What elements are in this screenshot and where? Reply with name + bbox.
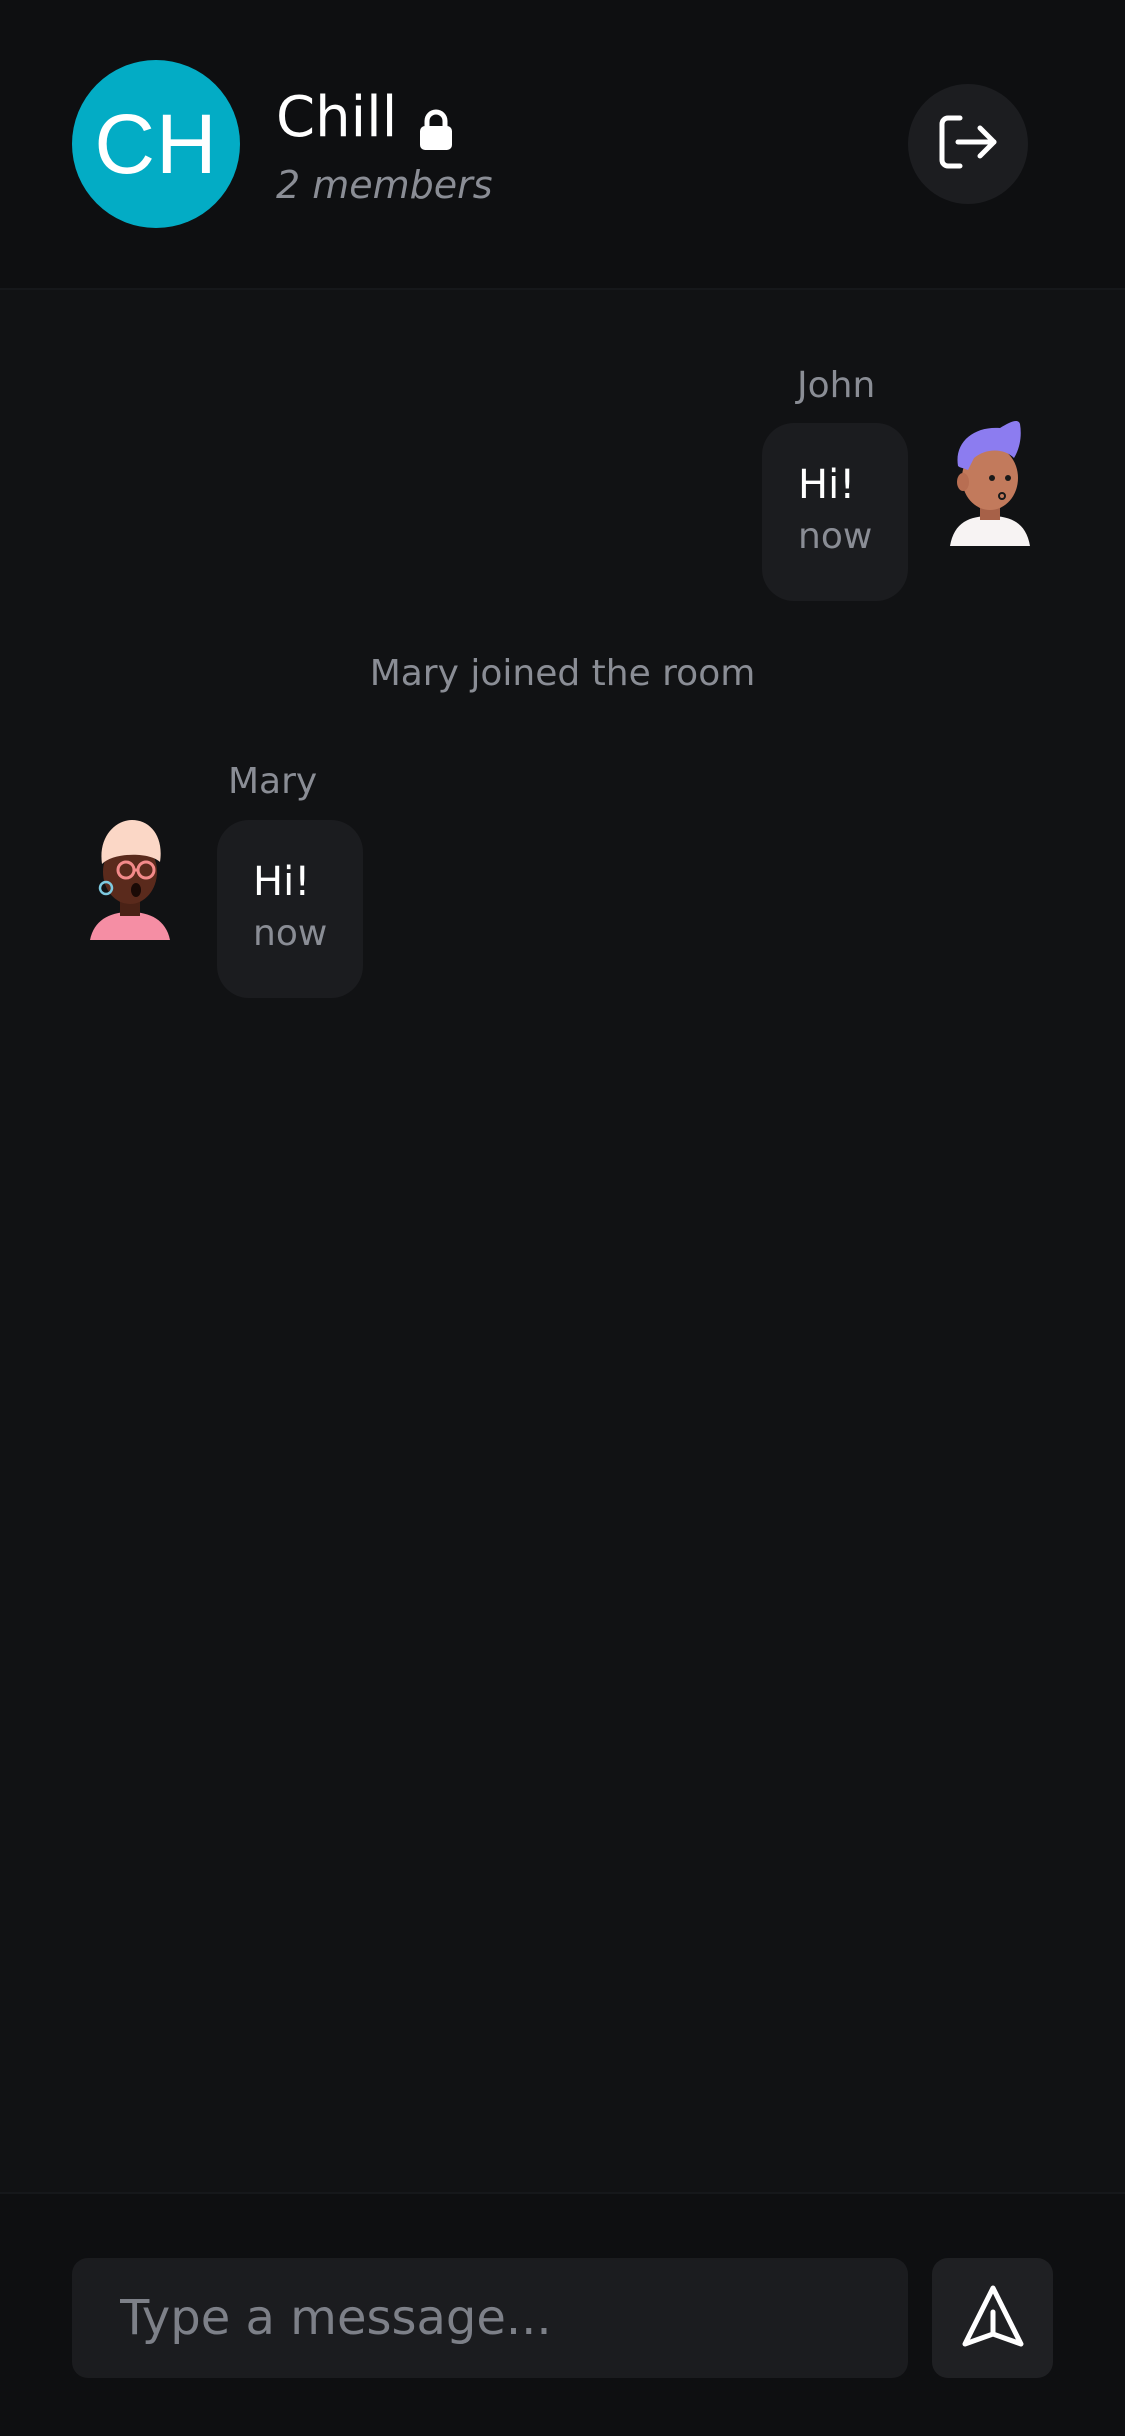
send-icon [961,2284,1025,2352]
lock-icon [419,97,453,150]
room-title: Chill [276,82,453,154]
message-time: now [798,516,873,557]
message-bubble[interactable]: Hi! now [762,423,908,601]
message-input[interactable] [72,2258,908,2378]
leave-room-button[interactable] [908,84,1028,204]
message-text: Hi! [253,859,311,905]
members-count: 2 members [276,163,493,207]
room-name: Chill [276,85,398,150]
message-time: now [253,913,328,954]
system-message: Mary joined the room [369,653,756,694]
message-sender-name: Mary [228,761,318,802]
john-avatar [940,418,1040,548]
mary-avatar [80,812,180,942]
room-avatar: CH [72,60,240,228]
send-button[interactable] [932,2258,1053,2378]
room-header: CH Chill 2 members [0,0,1125,290]
chat-screen: CH Chill 2 members John Hi! now Mary joi… [0,0,1125,2436]
message-sender-name: John [797,365,876,406]
message-composer [0,2192,1125,2436]
sign-out-icon [936,112,1000,176]
message-text: Hi! [798,462,856,508]
message-bubble[interactable]: Hi! now [217,820,363,998]
